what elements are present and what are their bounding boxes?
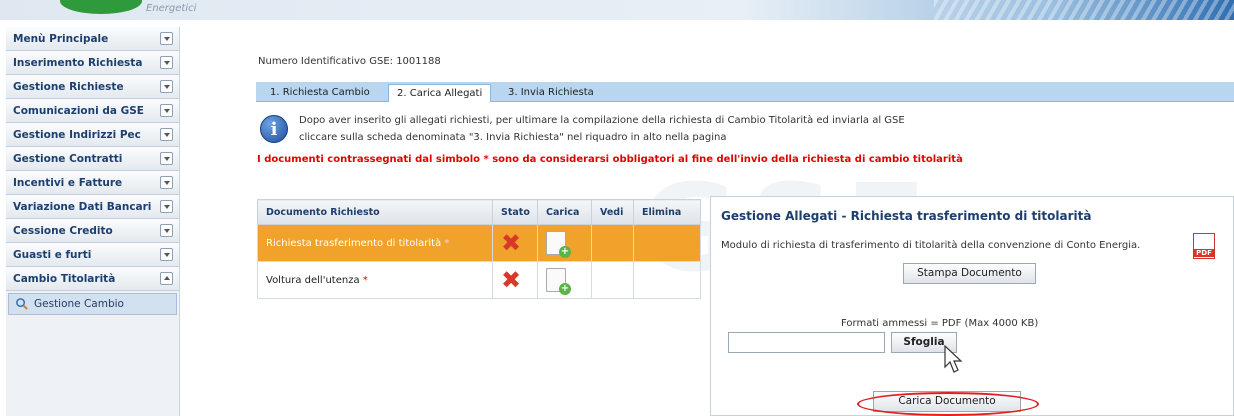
sidebar-item-label: Cambio Titolarità [13, 273, 116, 285]
top-banner: Energetici [0, 0, 1234, 20]
delete-cell [633, 261, 701, 299]
allowed-formats: Formati ammessi = PDF (Max 4000 KB) [841, 318, 1039, 329]
sidebar-item-incentivi-fatture[interactable]: Incentivi e Fatture [6, 171, 179, 195]
sidebar-item-label: Comunicazioni da GSE [13, 105, 144, 117]
expand-icon[interactable] [160, 128, 173, 141]
table-row[interactable]: Richiesta trasferimento di titolarità * … [257, 224, 701, 262]
col-stato: Stato [492, 199, 538, 225]
gse-id-label: Numero Identificativo GSE: 1001188 [258, 56, 441, 67]
brand-text: Energetici [146, 3, 197, 14]
expand-icon[interactable] [160, 80, 173, 93]
expand-icon[interactable] [160, 176, 173, 189]
document-add-icon[interactable] [546, 268, 571, 295]
documents-table: Documento Richiesto Stato Carica Vedi El… [257, 199, 701, 299]
sidebar-subitem-gestione-cambio[interactable]: Gestione Cambio [8, 293, 177, 315]
mouse-cursor-icon [944, 345, 963, 373]
info-message: Dopo aver inserito gli allegati richiest… [299, 112, 905, 146]
x-mark-icon: ✖ [501, 265, 522, 294]
expand-icon[interactable] [160, 56, 173, 69]
table-row[interactable]: Voltura dell'utenza * ✖ [257, 261, 701, 299]
expand-icon[interactable] [160, 200, 173, 213]
sidebar-item-cambio-titolarita[interactable]: Cambio Titolarità [6, 267, 179, 291]
document-name: Richiesta trasferimento di titolarità [266, 237, 442, 249]
info-line-2: cliccare sulla scheda denominata "3. Inv… [299, 132, 727, 143]
sidebar-subitem-label: Gestione Cambio [34, 298, 124, 310]
sidebar-item-guasti-furti[interactable]: Guasti e furti [6, 243, 179, 267]
col-documento: Documento Richiesto [257, 199, 493, 225]
collapse-icon[interactable] [160, 272, 173, 285]
tab-bar: 1. Richiesta Cambio 2. Carica Allegati 3… [256, 82, 1234, 102]
sidebar-item-label: Inserimento Richiesta [13, 57, 143, 69]
col-carica: Carica [537, 199, 592, 225]
info-line-1: Dopo aver inserito gli allegati richiest… [299, 115, 905, 126]
sidebar-item-indirizzi-pec[interactable]: Gestione Indirizzi Pec [6, 123, 179, 147]
expand-icon[interactable] [160, 152, 173, 165]
print-document-button[interactable]: Stampa Documento [903, 263, 1036, 284]
sidebar-item-label: Menù Principale [13, 33, 109, 45]
col-elimina: Elimina [633, 199, 701, 225]
file-path-input[interactable] [728, 332, 885, 353]
panel-description: Modulo di richiesta di trasferimento di … [721, 240, 1141, 251]
mandatory-warning: I documenti contrassegnati dal simbolo *… [257, 154, 963, 165]
search-icon [16, 298, 28, 310]
document-name-cell[interactable]: Voltura dell'utenza * [257, 261, 493, 299]
highlight-ring [857, 392, 1039, 416]
tab-invia-richiesta[interactable]: 3. Invia Richiesta [500, 84, 602, 102]
gse-logo [60, 0, 142, 14]
pdf-icon[interactable]: PDF [1193, 233, 1215, 259]
tab-richiesta-cambio[interactable]: 1. Richiesta Cambio [262, 84, 378, 102]
expand-icon[interactable] [160, 104, 173, 117]
document-add-icon[interactable] [546, 231, 571, 258]
col-vedi: Vedi [591, 199, 634, 225]
sidebar-item-inserimento-richiesta[interactable]: Inserimento Richiesta [6, 51, 179, 75]
sidebar-item-menu-principale[interactable]: Menù Principale [6, 27, 179, 51]
sidebar-item-label: Variazione Dati Bancari [13, 201, 152, 213]
tab-carica-allegati[interactable]: 2. Carica Allegati [388, 84, 492, 102]
panel-title: Gestione Allegati - Richiesta trasferime… [721, 209, 1092, 223]
sidebar-menu: Menù Principale Inserimento Richiesta Ge… [6, 27, 180, 416]
required-marker: * [362, 274, 368, 286]
sidebar-item-label: Gestione Richieste [13, 81, 124, 93]
sidebar-item-label: Gestione Indirizzi Pec [13, 129, 141, 141]
expand-icon[interactable] [160, 224, 173, 237]
info-icon [260, 115, 288, 143]
sidebar-item-gestione-richieste[interactable]: Gestione Richieste [6, 75, 179, 99]
status-cell: ✖ [492, 224, 538, 262]
pdf-label: PDF [1194, 249, 1214, 257]
sidebar-item-label: Cessione Credito [13, 225, 113, 237]
sidebar-item-gestione-contratti[interactable]: Gestione Contratti [6, 147, 179, 171]
upload-cell[interactable] [537, 261, 592, 299]
upload-cell[interactable] [537, 224, 592, 262]
document-name: Voltura dell'utenza [266, 274, 360, 286]
table-header-row: Documento Richiesto Stato Carica Vedi El… [257, 199, 701, 225]
status-cell: ✖ [492, 261, 538, 299]
expand-icon[interactable] [160, 248, 173, 261]
x-mark-icon: ✖ [501, 228, 522, 257]
sidebar-item-dati-bancari[interactable]: Variazione Dati Bancari [6, 195, 179, 219]
document-name-cell[interactable]: Richiesta trasferimento di titolarità * [257, 224, 493, 262]
view-cell [591, 224, 634, 262]
view-cell [591, 261, 634, 299]
sidebar-item-cessione-credito[interactable]: Cessione Credito [6, 219, 179, 243]
sidebar-item-label: Gestione Contratti [13, 153, 123, 165]
sidebar-item-label: Incentivi e Fatture [13, 177, 123, 189]
sidebar-item-comunicazioni[interactable]: Comunicazioni da GSE [6, 99, 179, 123]
banner-decoration [934, 0, 1234, 20]
sidebar-item-label: Guasti e furti [13, 249, 92, 261]
delete-cell [633, 224, 701, 262]
attachments-panel: Gestione Allegati - Richiesta trasferime… [710, 196, 1234, 416]
expand-icon[interactable] [160, 32, 173, 45]
required-marker: * [444, 237, 450, 249]
